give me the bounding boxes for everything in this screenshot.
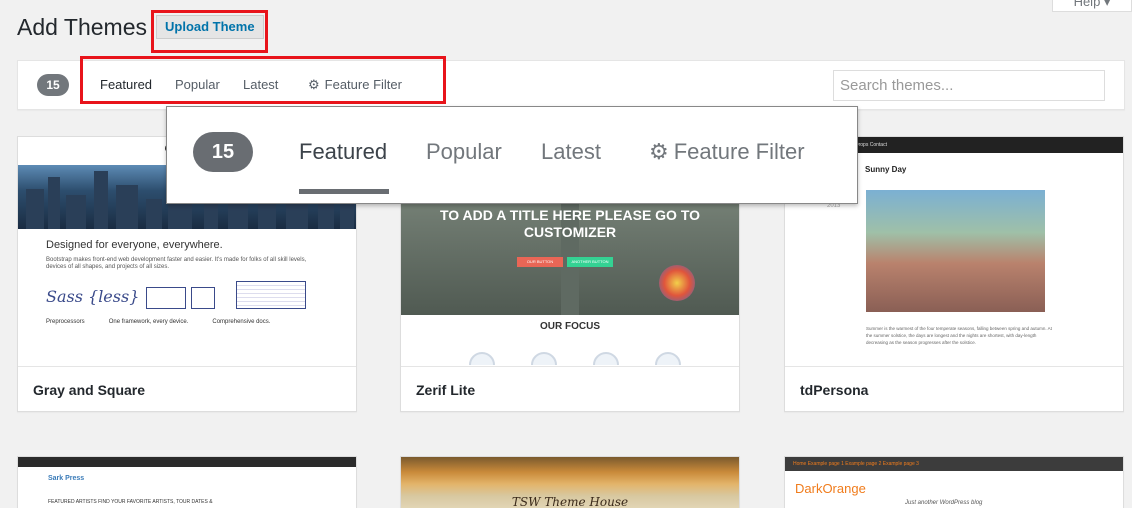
zoom-tab-featured[interactable]: Featured — [299, 139, 387, 165]
theme-name: Zerif Lite — [401, 366, 739, 411]
screenshot-site-title: DarkOrange — [795, 481, 866, 496]
gear-icon: ⚙ — [649, 139, 669, 164]
screenshot-topbar — [18, 457, 356, 467]
zoom-tab-latest[interactable]: Latest — [541, 139, 601, 165]
theme-count-badge: 15 — [37, 74, 69, 96]
screenshot-columns: Preprocessors One framework, every devic… — [46, 319, 328, 325]
theme-name: Gray and Square — [18, 366, 356, 411]
theme-card-darkorange[interactable]: Home Example page 1 Example page 2 Examp… — [784, 456, 1124, 508]
screenshot-col-2: One framework, every device. — [108, 319, 189, 325]
focus-circle-icon — [531, 352, 557, 365]
screenshot-focus-heading: OUR FOCUS — [540, 321, 600, 332]
device-icon — [191, 287, 215, 309]
screenshot-heading: Designed for everyone, everywhere. — [46, 239, 223, 251]
screenshot-street-photo — [866, 190, 1045, 312]
screenshot-tagline: Just another WordPress blog — [905, 500, 983, 506]
focus-circle-icon — [593, 352, 619, 365]
parrot-logo — [659, 265, 695, 301]
screenshot-icons: Sass {less} — [46, 281, 328, 311]
sass-less-logo: Sass {less} — [46, 287, 140, 306]
screenshot-text: FEATURED ARTISTS FIND YOUR FAVORITE ARTI… — [48, 499, 213, 505]
screenshot-menu: Home Example page 1 Example page 2 Examp… — [785, 457, 1123, 471]
help-tab[interactable]: Help ▾ — [1052, 0, 1132, 12]
active-tab-underline — [299, 189, 389, 194]
zoom-feature-filter-button[interactable]: ⚙ Feature Filter — [649, 139, 805, 165]
screenshot-blurb: Bootstrap makes front-end web developmen… — [46, 257, 307, 270]
highlight-box-upload — [151, 10, 268, 53]
screenshot-site-title: TSW Theme House — [511, 495, 629, 508]
screenshot-col-1: Preprocessors — [46, 319, 85, 325]
screenshot-button-1: OUR BUTTON — [517, 257, 563, 267]
docs-icon — [236, 281, 306, 309]
search-themes-input[interactable]: Search themes... — [833, 70, 1105, 101]
highlight-box-filter — [80, 56, 446, 104]
screenshot-col-3: Comprehensive docs. — [212, 319, 271, 325]
screenshot-body: Designed for everyone, everywhere. Boots… — [18, 229, 356, 365]
page-title: Add Themes — [17, 14, 147, 40]
zoom-feature-filter-label: Feature Filter — [673, 139, 805, 164]
zoomed-filter-callout: 15 Featured Popular Latest ⚙ Feature Filt… — [166, 106, 858, 204]
focus-circle-icon — [655, 352, 681, 365]
zoom-tab-popular[interactable]: Popular — [426, 139, 502, 165]
screenshot-excerpt: Summer is the warmest of the four temper… — [866, 326, 1052, 345]
zoom-count-badge: 15 — [193, 132, 253, 172]
theme-card-tsw-theme-house[interactable]: TSW Theme House — [400, 456, 740, 508]
screenshot-button-2: ANOTHER BUTTON — [567, 257, 613, 267]
focus-circle-icon — [469, 352, 495, 365]
screenshot-post-title: Sunny Day — [865, 165, 907, 174]
theme-name: tdPersona — [785, 366, 1123, 411]
device-icon — [146, 287, 186, 309]
screenshot-site-title: Sark Press — [48, 475, 85, 482]
screenshot-hero-title: TO ADD A TITLE HERE PLEASE GO TO CUSTOMI… — [439, 207, 701, 240]
theme-card-sark-press[interactable]: Sark Press FEATURED ARTISTS FIND YOUR FA… — [17, 456, 357, 508]
